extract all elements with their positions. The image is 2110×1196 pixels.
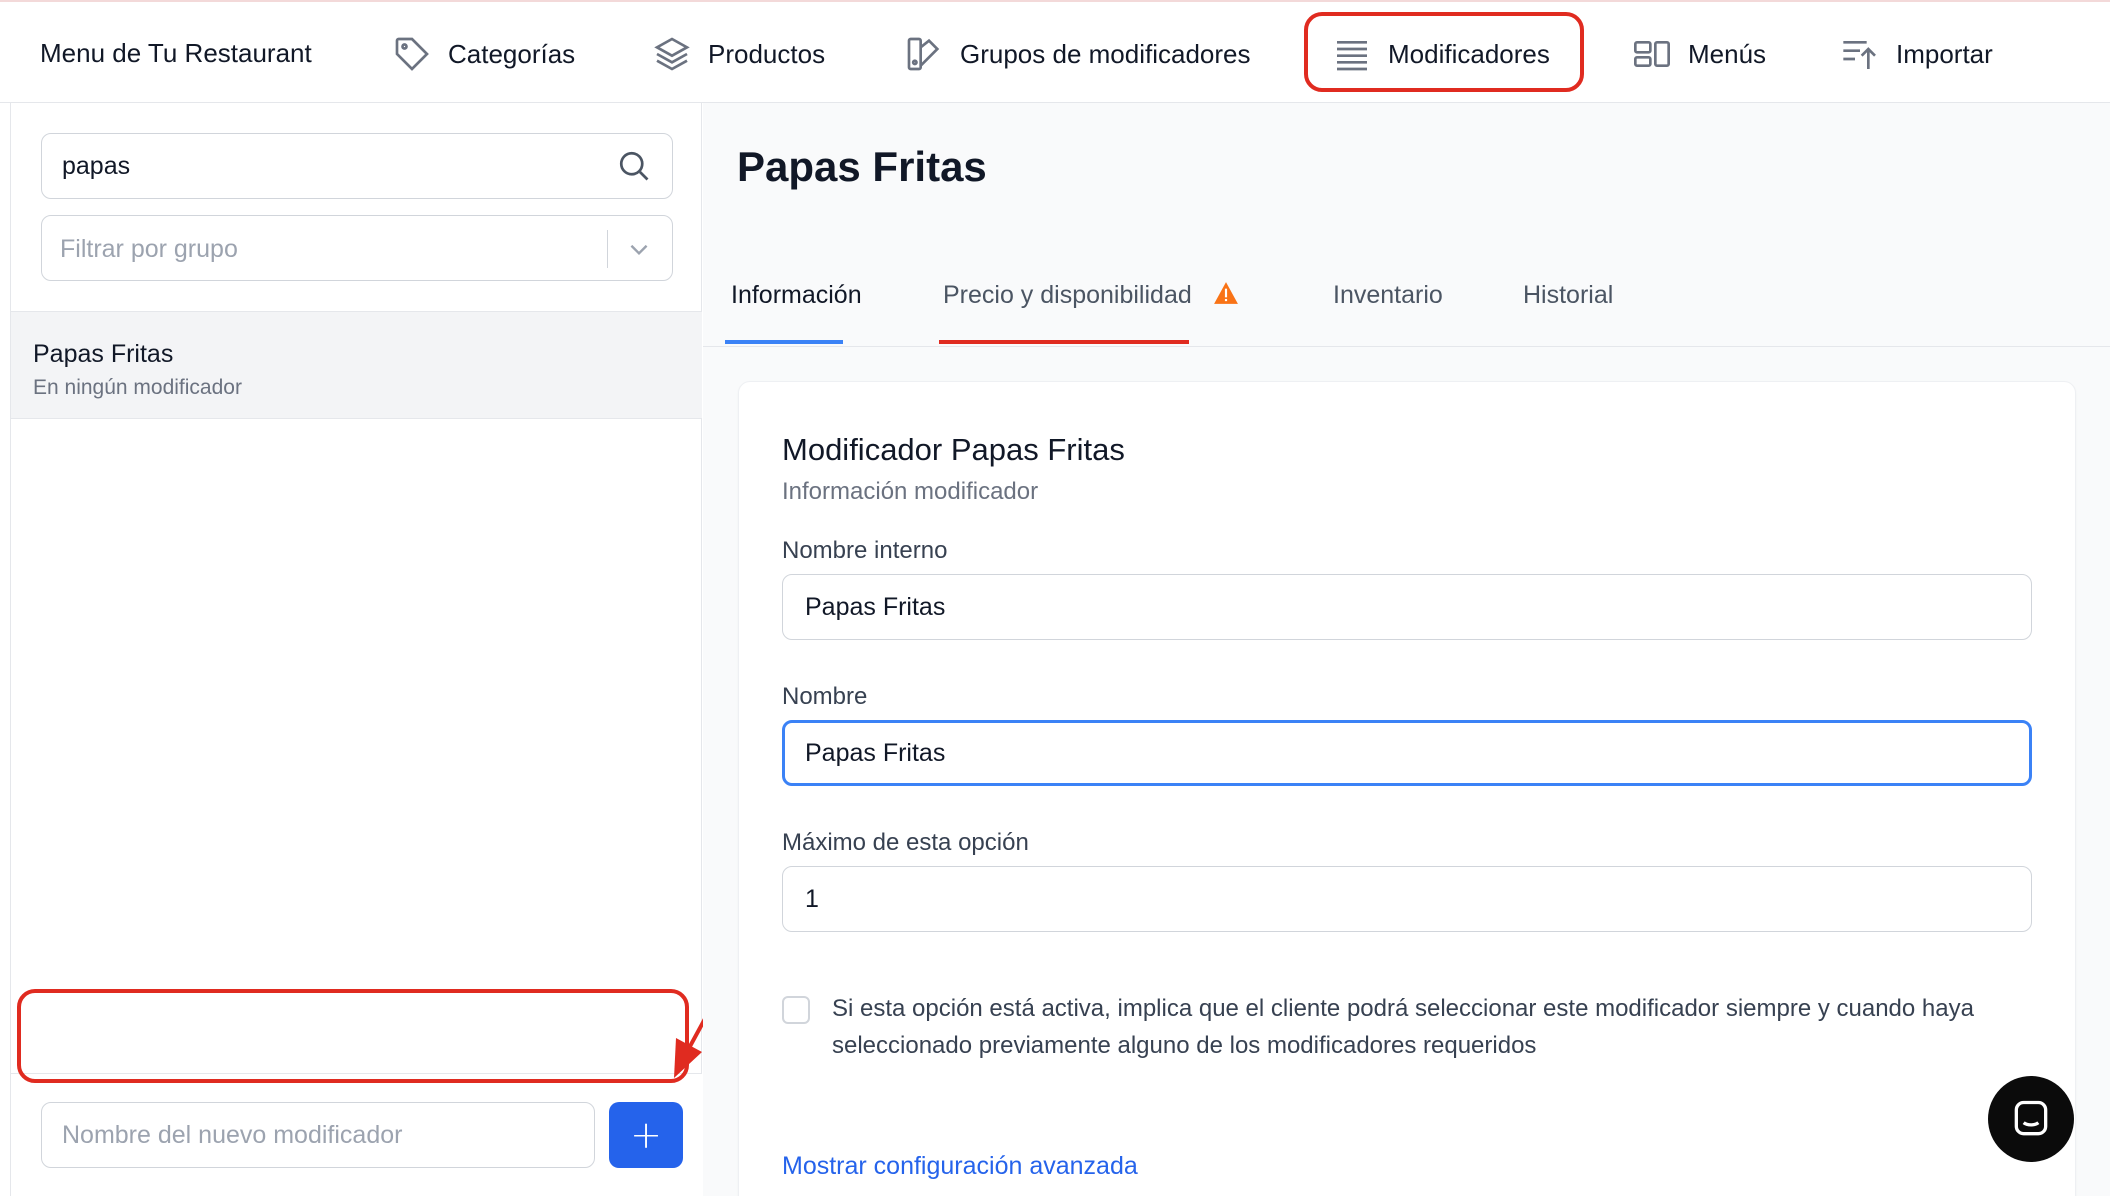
internal-name-label: Nombre interno — [782, 537, 948, 564]
tab-label: Inventario — [1333, 281, 1443, 309]
search-field — [41, 133, 673, 199]
internal-name-input[interactable] — [782, 574, 2032, 640]
search-input[interactable] — [62, 134, 602, 198]
tab-label: Historial — [1523, 281, 1614, 309]
active-tab-indicator — [725, 340, 843, 344]
card-title: Modificador Papas Fritas — [782, 432, 1125, 467]
chat-support-button[interactable] — [1988, 1076, 2074, 1162]
chat-icon — [2014, 1100, 2048, 1136]
select-divider — [607, 230, 608, 268]
import-icon — [1843, 41, 1876, 69]
layers-icon — [654, 37, 690, 71]
main-content: Papas Fritas Información Precio y dispon… — [703, 103, 2110, 1196]
nav-label: Menús — [1688, 38, 1767, 69]
top-navigation: Menu de Tu Restaurant Categorías Product… — [0, 0, 2110, 103]
group-filter-placeholder: Filtrar por grupo — [60, 235, 238, 263]
show-advanced-config-link[interactable]: Mostrar configuración avanzada — [782, 1152, 1138, 1181]
nav-label: Productos — [708, 38, 826, 69]
name-label: Nombre — [782, 683, 868, 710]
brand-title[interactable]: Menu de Tu Restaurant — [40, 38, 312, 69]
new-modifier-footer: + — [11, 1073, 702, 1196]
tab-label: Información — [731, 281, 862, 309]
tab-precio-y-disponibilidad[interactable]: Precio y disponibilidad — [943, 281, 1239, 310]
list-item[interactable]: Papas Fritas En ningún modificador — [11, 311, 702, 419]
card-subtitle: Información modificador — [782, 478, 1039, 505]
search-icon[interactable] — [616, 148, 652, 184]
nav-label: Grupos de modificadores — [960, 38, 1251, 69]
requires-prior-selection-checkbox[interactable] — [782, 996, 810, 1024]
tab-label: Precio y disponibilidad — [943, 281, 1192, 309]
tab-inventario[interactable]: Inventario — [1333, 281, 1443, 310]
group-filter-select[interactable]: Filtrar por grupo — [41, 215, 673, 281]
list-item-subtitle: En ningún modificador — [33, 376, 242, 399]
list-item-title: Papas Fritas — [33, 340, 174, 368]
tab-highlight-annotation — [939, 340, 1189, 344]
tag-icon — [395, 37, 429, 71]
tab-historial[interactable]: Historial — [1523, 281, 1613, 310]
new-modifier-input[interactable] — [41, 1102, 595, 1168]
page-title: Papas Fritas — [737, 143, 987, 190]
modificadores-highlight-annotation — [1304, 12, 1584, 92]
nav-label: Categorías — [448, 38, 576, 69]
sidebar: Filtrar por grupo Papas Fritas En ningún… — [10, 103, 702, 1196]
max-option-label: Máximo de esta opción — [782, 829, 1029, 856]
nav-item-productos[interactable]: Productos — [652, 32, 825, 76]
tab-informacion[interactable]: Información — [731, 281, 862, 310]
name-input[interactable] — [782, 720, 2032, 786]
nav-item-grupos-de-modificadores[interactable]: Grupos de modificadores — [904, 32, 1250, 76]
nav-item-menus[interactable]: Menús — [1632, 32, 1766, 76]
warning-icon — [1213, 282, 1238, 304]
nav-item-categorias[interactable]: Categorías — [392, 32, 575, 76]
max-option-input[interactable] — [782, 866, 2032, 932]
checkbox-description: Si esta opción está activa, implica que … — [832, 995, 1974, 1059]
layout-icon — [1634, 41, 1670, 67]
add-modifier-button[interactable]: + — [609, 1102, 683, 1168]
chevron-down-icon[interactable] — [626, 236, 652, 262]
nav-item-importar[interactable]: Importar — [1840, 32, 1993, 76]
swatch-icon — [907, 37, 940, 71]
nav-label: Importar — [1896, 38, 1993, 69]
modifier-info-card: Modificador Papas Fritas Información mod… — [738, 381, 2076, 1196]
